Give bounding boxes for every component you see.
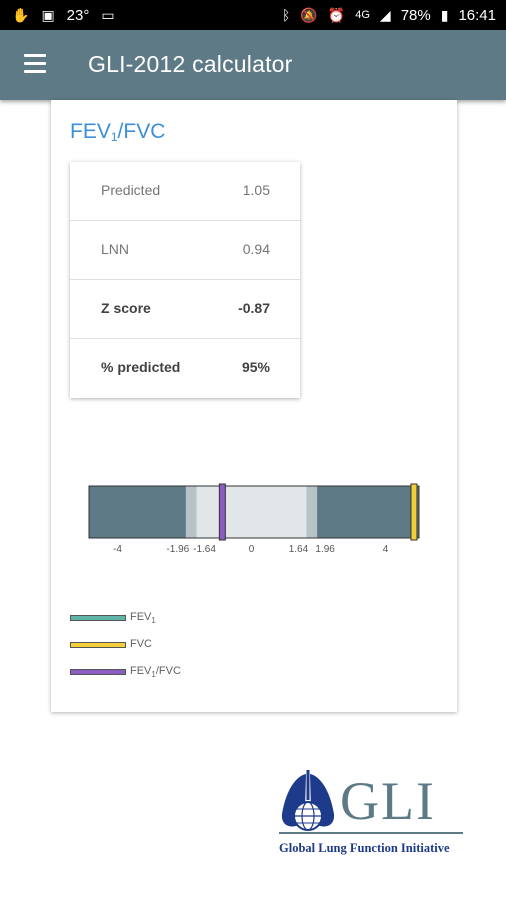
logo-divider: [279, 832, 463, 834]
hamburger-menu-icon[interactable]: [24, 54, 48, 74]
alarm-icon: ⏰: [327, 7, 346, 23]
x-tick-label: -4: [113, 544, 122, 555]
chart-legend: FEV1 FVC FEV1/FVC: [70, 610, 270, 691]
row-value: -0.87: [238, 300, 270, 316]
table-row-z-score: Z score -0.87: [70, 280, 300, 339]
status-right: ᛒ 🔕 ⏰ 4G ◢ 78% ▮ 16:41: [282, 6, 496, 24]
x-tick-label: 0: [249, 544, 255, 555]
marker-fvc: [410, 483, 418, 541]
temperature-text: 23°: [66, 6, 90, 24]
x-tick-label: 4: [383, 544, 389, 555]
x-tick-label: -1.64: [193, 544, 216, 555]
status-left: ✋ ▣ 23° ▭: [12, 6, 115, 24]
marker-fev1-fvc: [218, 483, 226, 541]
signal-icon: ◢: [379, 7, 391, 23]
card-title-rest: /FVC: [117, 120, 166, 143]
legend-item-fvc: FVC: [70, 637, 270, 664]
x-tick-label: 1.64: [289, 544, 309, 555]
bluetooth-icon: ᛒ: [281, 7, 291, 23]
legend-item-fev1: FEV1: [70, 610, 270, 637]
zone-inner: [196, 486, 307, 538]
gli-tagline: Global Lung Function Initiative: [279, 841, 450, 855]
z-score-chart: -4 -1.96 -1.64 0 1.64 1.96 4: [88, 483, 420, 555]
legend-swatch: [70, 669, 126, 675]
legend-swatch: [70, 615, 126, 621]
legend-label: FEV1/FVC: [130, 665, 181, 680]
row-label: Z score: [101, 300, 151, 316]
row-label: LNN: [101, 241, 130, 257]
table-row-lnn: LNN 0.94: [70, 221, 300, 280]
x-tick-label: -1.96: [166, 544, 189, 555]
touch-icon: ✋: [12, 7, 30, 23]
lungs-logo-icon: [281, 770, 335, 831]
card-title-sub: 1: [110, 130, 118, 144]
app-title: GLI-2012 calculator: [88, 51, 293, 77]
legend-item-fev1-fvc: FEV1/FVC: [70, 664, 270, 691]
row-value: 0.94: [242, 241, 270, 257]
mute-icon: 🔕: [300, 7, 318, 23]
table-row-percent-predicted: % predicted 95%: [70, 339, 300, 398]
card-title-main: FEV: [70, 120, 111, 143]
gli-logo-letters: GLI: [340, 771, 436, 831]
table-row-predicted: Predicted 1.05: [70, 162, 300, 221]
row-label: Predicted: [101, 182, 161, 198]
legend-swatch: [70, 642, 126, 648]
row-label: % predicted: [101, 359, 181, 375]
network-icon: 4G: [355, 9, 370, 21]
legend-label: FVC: [130, 638, 152, 650]
results-table: Predicted 1.05 LNN 0.94 Z score -0.87 % …: [70, 162, 300, 398]
clock-text: 16:41: [458, 6, 496, 24]
card-title: FEV1/FVC: [70, 120, 165, 144]
legend-label: FEV1: [130, 611, 156, 626]
status-bar: ✋ ▣ 23° ▭ ᛒ 🔕 ⏰ 4G ◢ 78% ▮ 16:41: [0, 0, 506, 30]
battery-text: 78%: [400, 6, 431, 24]
result-card: FEV1/FVC Predicted 1.05 LNN 0.94 Z score…: [51, 100, 457, 712]
app-bar: GLI-2012 calculator: [0, 30, 506, 100]
gli-logo: GLI Global Lung Function Initiative: [278, 770, 468, 860]
row-value: 95%: [241, 359, 270, 375]
image-icon: ▣: [41, 7, 55, 23]
laptop-icon: ▭: [101, 7, 115, 23]
battery-icon: ▮: [440, 7, 449, 23]
x-tick-label: 1.96: [315, 544, 335, 555]
row-value: 1.05: [242, 182, 270, 198]
